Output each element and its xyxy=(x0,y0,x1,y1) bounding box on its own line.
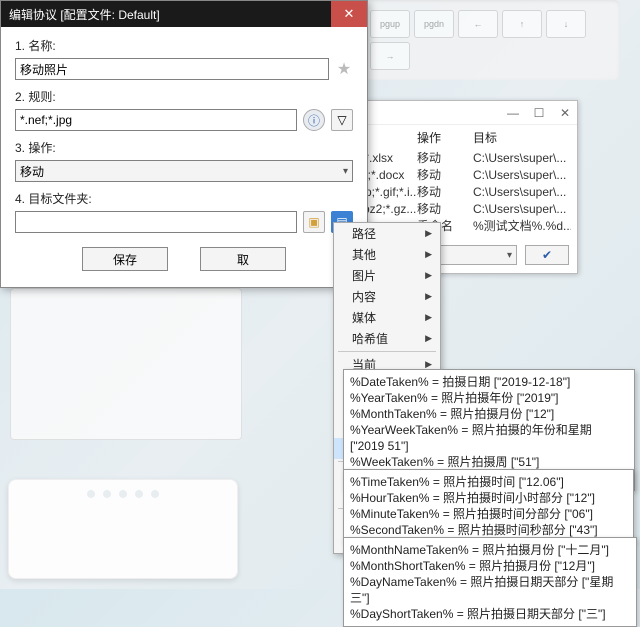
edit-protocol-dialog: 编辑协议 [配置文件: Default] ✕ 1. 名称: ★ 2. 规则: ⓘ… xyxy=(0,0,368,288)
cancel-button[interactable]: 取 xyxy=(200,247,286,271)
chevron-right-icon: ▶ xyxy=(425,312,432,323)
dialog-title: 编辑协议 [配置文件: Default] xyxy=(9,6,160,23)
maximize-icon[interactable]: ☐ xyxy=(531,106,547,120)
browse-folder-icon[interactable]: ▣ xyxy=(303,211,325,233)
chevron-right-icon: ▶ xyxy=(425,270,432,281)
chevron-right-icon: ▶ xyxy=(425,228,432,239)
action-select[interactable]: 移动▾ xyxy=(15,160,353,182)
menu-item[interactable]: 哈希值▶ xyxy=(334,328,440,349)
menu-item[interactable]: 路径▶ xyxy=(334,223,440,244)
chevron-right-icon: ▶ xyxy=(425,249,432,260)
info-icon[interactable]: ⓘ xyxy=(303,109,325,131)
table-row[interactable]: mp;*.gif;*.i...移动C:\Users\super\... xyxy=(355,184,571,201)
table-row[interactable]: *.bz2;*.gz...移动C:\Users\super\... xyxy=(355,201,571,218)
save-button[interactable]: 保存 xyxy=(82,247,168,271)
name-label: 1. 名称: xyxy=(15,37,353,54)
close-icon[interactable]: ✕ xyxy=(557,106,573,120)
close-button[interactable]: ✕ xyxy=(331,1,367,27)
confirm-button[interactable]: ✔ xyxy=(525,245,569,265)
table-row[interactable]: s;*.xlsx移动C:\Users\super\... xyxy=(355,150,571,167)
variable-tooltip-month: %MonthNameTaken% = 照片拍摄月份 ["十二月"]%MonthS… xyxy=(343,537,637,627)
minimize-icon[interactable]: — xyxy=(505,106,521,120)
menu-item[interactable]: 媒体▶ xyxy=(334,307,440,328)
chevron-right-icon: ▶ xyxy=(425,291,432,302)
rule-input[interactable] xyxy=(15,109,297,131)
action-label: 3. 操作: xyxy=(15,139,353,156)
chevron-down-icon: ▾ xyxy=(343,166,348,177)
table-row[interactable]: oc;*.docx移动C:\Users\super\... xyxy=(355,167,571,184)
menu-item[interactable]: 其他▶ xyxy=(334,244,440,265)
chevron-down-icon: ▾ xyxy=(507,250,512,261)
favorite-star-icon[interactable]: ★ xyxy=(335,60,353,78)
variable-tooltip-time: %TimeTaken% = 照片拍摄时间 ["12.06"]%HourTaken… xyxy=(343,469,634,543)
titlebar: 编辑协议 [配置文件: Default] ✕ xyxy=(1,1,367,27)
target-input[interactable] xyxy=(15,211,297,233)
chevron-right-icon: ▶ xyxy=(425,333,432,344)
rule-label: 2. 规则: xyxy=(15,88,353,105)
window-controls: — ☐ ✕ xyxy=(349,101,577,125)
bg-device xyxy=(8,479,238,579)
menu-item[interactable]: 图片▶ xyxy=(334,265,440,286)
name-input[interactable] xyxy=(15,58,329,80)
bg-touchpad xyxy=(10,288,242,440)
bg-keyboard: pguppgdn ←↑ ↓→ xyxy=(360,0,620,80)
target-label: 4. 目标文件夹: xyxy=(15,190,353,207)
table-header: 操作目标 xyxy=(355,129,571,146)
menu-separator xyxy=(338,351,436,352)
filter-icon[interactable]: ▽ xyxy=(331,109,353,131)
menu-item[interactable]: 内容▶ xyxy=(334,286,440,307)
